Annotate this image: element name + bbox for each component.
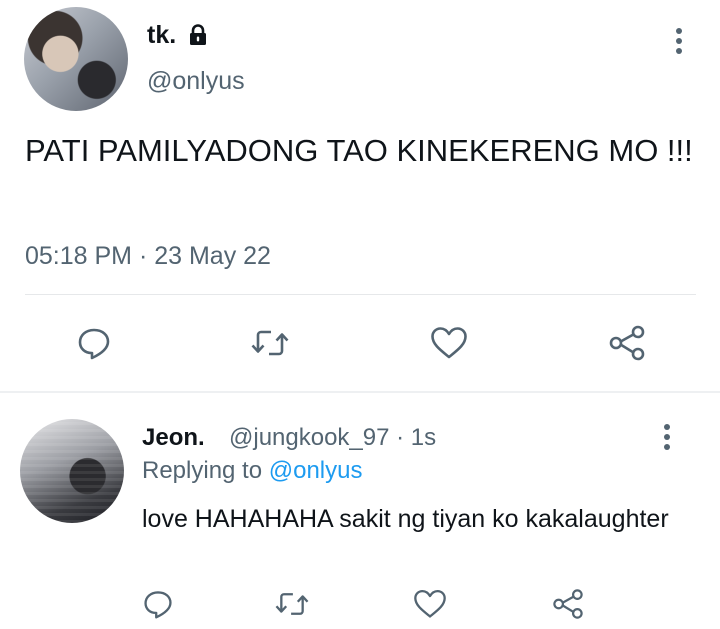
tweet-timestamp[interactable]: 05:18 PM · 23 May 22 — [25, 240, 271, 272]
replying-to-mention[interactable]: @onlyus — [269, 457, 363, 484]
replying-to-label: Replying to — [142, 457, 269, 484]
like-button[interactable] — [408, 582, 452, 626]
more-vertical-icon[interactable] — [663, 424, 671, 452]
reply-icon — [144, 591, 172, 619]
reply-author-meta[interactable]: @jungkook_97 · 1s — [229, 423, 436, 453]
retweet-icon — [275, 593, 309, 615]
like-icon — [414, 589, 446, 618]
reply-button[interactable] — [136, 582, 180, 626]
tweet-text: PATI PAMILYADONG TAO KINEKERENG MO !!! — [25, 133, 693, 168]
like-button[interactable] — [427, 321, 471, 365]
author-display-name[interactable]: tk. — [147, 20, 176, 50]
divider — [25, 294, 696, 295]
reply-icon — [78, 328, 110, 360]
replying-to: Replying to @onlyus — [142, 456, 363, 486]
share-icon — [609, 325, 645, 361]
share-button[interactable] — [546, 582, 590, 626]
share-icon — [553, 589, 583, 619]
author-handle[interactable]: @onlyus — [147, 66, 245, 96]
reply-author-display-name[interactable]: Jeon. — [142, 423, 205, 453]
avatar[interactable] — [24, 7, 128, 111]
reply-text: love HAHAHAHA sakit ng tiyan ko kakalaug… — [142, 505, 669, 533]
section-separator — [0, 391, 720, 393]
like-icon — [431, 327, 467, 359]
more-vertical-icon[interactable] — [675, 28, 683, 56]
share-button[interactable] — [605, 321, 649, 365]
avatar[interactable] — [20, 419, 124, 523]
reply-button[interactable] — [72, 321, 116, 365]
tweet-thread: tk. @onlyus PATI PAMILYADONG TAO KINEKER… — [0, 0, 720, 629]
lock-icon — [190, 24, 206, 45]
retweet-button[interactable] — [248, 321, 292, 365]
retweet-icon — [251, 330, 289, 356]
retweet-button[interactable] — [270, 582, 314, 626]
